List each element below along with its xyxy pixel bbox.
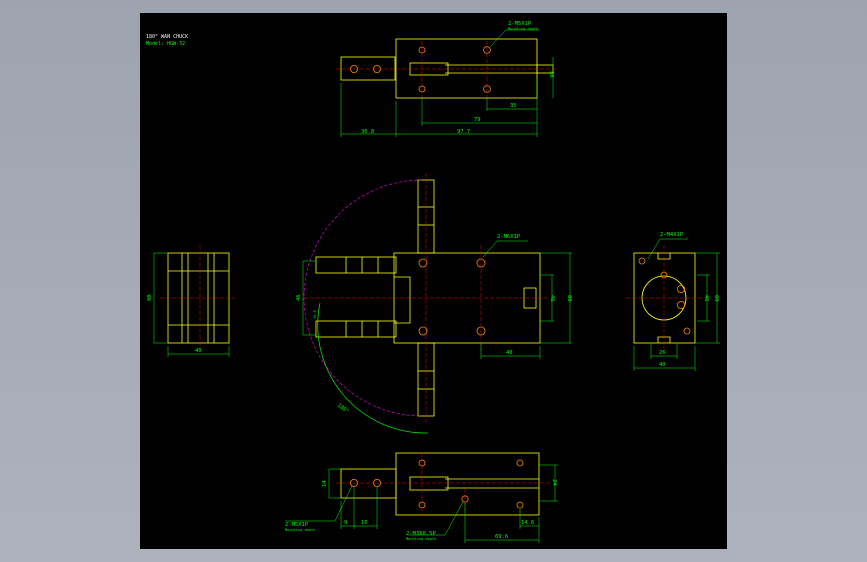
- bottom-view-body: [395, 452, 540, 516]
- front-view-housing: [394, 276, 411, 324]
- top-view: [336, 38, 558, 99]
- bottom-view-jaw: [340, 468, 397, 499]
- right-hole-5: [683, 327, 691, 335]
- dim-bottom-14-6: 14.6: [521, 520, 534, 526]
- left-view-dimensions: [153, 252, 230, 357]
- dim-top-26: 26: [548, 71, 554, 78]
- front-view-lower-finger: [315, 320, 397, 338]
- dim-front-40: 40: [506, 350, 513, 356]
- dim-bottom-14: 14: [322, 480, 328, 487]
- top-view-body: [395, 38, 538, 99]
- dim-bottom-69-6: 69.6: [495, 534, 508, 540]
- label-thread-top-note: Mounting depth: [508, 27, 538, 31]
- dim-front-46-left: 46: [296, 294, 302, 301]
- bottom-view-jaw-slot: [409, 476, 449, 491]
- dim-bottom-24: 24: [551, 479, 557, 486]
- dim-top-79: 79: [474, 117, 481, 123]
- label-small-dim: 15.8: [313, 310, 317, 319]
- dim-right-26: 26: [659, 350, 666, 356]
- front-view: [303, 173, 550, 423]
- dim-left-80: 80: [147, 294, 153, 301]
- front-view-upper-finger: [315, 256, 397, 274]
- top-view-jaw: [340, 56, 396, 81]
- dim-left-40: 40: [195, 348, 202, 354]
- dim-bottom-16: 16: [361, 520, 368, 526]
- right-view-dimensions: [633, 238, 720, 371]
- dim-right-40: 40: [659, 362, 666, 368]
- dim-front-46-right: 46: [549, 295, 555, 302]
- cad-viewport[interactable]: 180° WAN CHUCK Model: HGW-32 26 35 79 36…: [140, 13, 727, 549]
- right-hole-1: [638, 257, 646, 265]
- right-hole-3: [677, 284, 686, 293]
- label-arc-angle: 180°: [336, 403, 350, 416]
- dim-front-80: 80: [566, 295, 572, 302]
- cad-drawing: 26 35 79 36.8 97.7 2-M5X1P Mounting dept…: [147, 21, 720, 543]
- front-view-arc-hidden: [303, 179, 423, 417]
- label-thread-center: 2-M6X1P: [497, 234, 521, 240]
- label-thread-bottom-left-note: Mounting depth: [285, 528, 315, 532]
- dim-right-80: 80: [713, 295, 719, 302]
- dim-top-35: 35: [510, 103, 517, 109]
- top-view-dimensions: [340, 29, 554, 137]
- dim-bottom-9: 9: [344, 520, 347, 526]
- dim-top-36-8: 36.8: [361, 129, 374, 135]
- dim-top-97-7: 97.7: [457, 129, 470, 135]
- right-view: [626, 245, 702, 349]
- left-view: [160, 245, 235, 349]
- label-thread-bottom-right-note: Mounting depth: [406, 537, 436, 541]
- bottom-view: [336, 452, 552, 516]
- dim-right-46: 46: [703, 295, 709, 302]
- bottom-hole-7: [516, 501, 524, 509]
- right-hole-4: [677, 300, 686, 309]
- bottom-hole-4: [516, 459, 524, 467]
- label-thread-right: 2-M4X1P: [660, 232, 684, 238]
